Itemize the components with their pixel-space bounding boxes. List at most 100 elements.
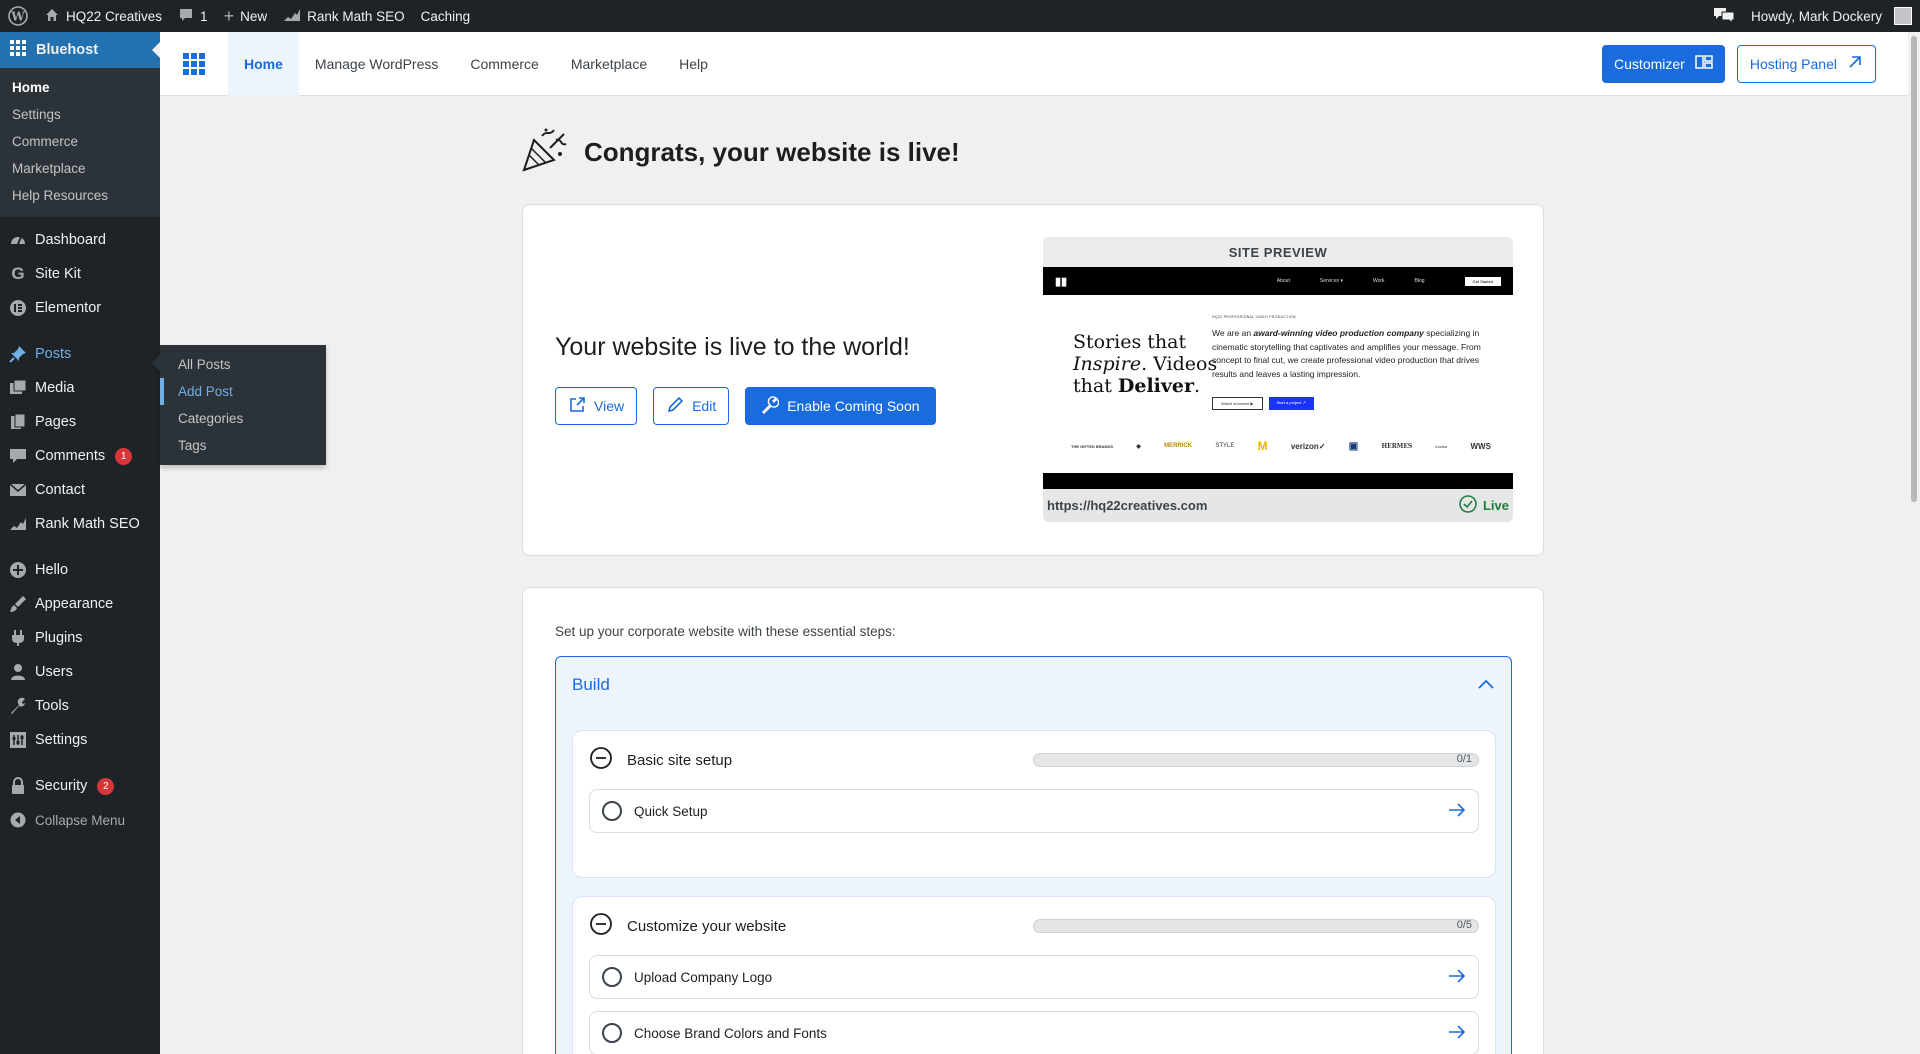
party-popper-icon [520, 126, 568, 179]
sidebar-label-settings: Settings [35, 732, 88, 748]
sidebar-item-elementor[interactable]: Elementor [0, 291, 160, 325]
tab-marketplace[interactable]: Marketplace [555, 32, 663, 96]
website-live-card: Your website is live to the world! View … [522, 204, 1544, 556]
pushpin-icon [9, 345, 27, 363]
caching-link[interactable]: Caching [413, 0, 479, 32]
customizer-button[interactable]: Customizer [1602, 44, 1725, 83]
sidebar-item-sitekit[interactable]: G Site Kit [0, 257, 160, 291]
client-logo: verizon✓ [1290, 441, 1326, 451]
collapse-label: Collapse Menu [35, 812, 126, 828]
sidebar-item-settings[interactable]: Settings [0, 723, 160, 757]
build-section: Build Basic site setup 0/1 Quick Setup C… [555, 656, 1512, 1054]
hosting-panel-label: Hosting Panel [1749, 55, 1837, 72]
layout-icon [1695, 55, 1713, 72]
build-label: Build [572, 675, 610, 694]
task-quick-setup[interactable]: Quick Setup [589, 789, 1479, 833]
collapse-arrow-icon [9, 811, 27, 829]
avatar [1894, 7, 1912, 25]
minus-circle-icon [589, 912, 613, 941]
site-preview-footer: https://hq22creatives.com Live [1043, 489, 1513, 522]
task-group-title: Basic site setup [627, 751, 733, 769]
arrow-right-icon [1448, 1024, 1466, 1042]
hero-word-inspire: Inspire [1073, 353, 1142, 375]
new-content-link[interactable]: + New [216, 0, 276, 32]
submenu-marketplace[interactable]: Marketplace [0, 155, 160, 182]
collapse-menu-button[interactable]: Collapse Menu [0, 803, 160, 837]
sidebar-label-security: Security [35, 778, 88, 794]
external-link-icon [568, 396, 586, 417]
live-status: Live [1459, 495, 1509, 516]
sidebar-item-plugins[interactable]: Plugins [0, 621, 160, 655]
sidebar-item-comments[interactable]: Comments 1 [0, 439, 160, 473]
apps-grid-button[interactable] [160, 32, 228, 96]
preview-watch-button: Watch showreel ▶ [1212, 397, 1263, 410]
settings-sliders-icon [9, 731, 27, 749]
task-label: Quick Setup [634, 803, 708, 819]
user-icon [9, 663, 27, 681]
elementor-icon [9, 299, 27, 317]
bluehost-submenu: Home Settings Commerce Marketplace Help … [0, 68, 160, 217]
preview-nav-link: Work [1372, 278, 1385, 284]
client-logo: THE GIFTED BRANDS [1071, 443, 1113, 449]
plus-circle-icon [9, 561, 27, 579]
scrollbar-thumb[interactable] [1911, 36, 1917, 502]
submenu-commerce[interactable]: Commerce [0, 128, 160, 155]
sidebar-label-tools: Tools [35, 698, 69, 714]
comments-link[interactable]: 1 [170, 0, 216, 32]
task-group-header[interactable]: Customize your website 0/5 [573, 897, 1495, 955]
wordpress-logo-icon[interactable]: W [0, 0, 36, 32]
main-content: Congrats, your website is live! Your web… [160, 96, 1908, 1054]
sidebar-brand-label: Bluehost [36, 42, 99, 58]
sidebar-item-media[interactable]: Media [0, 371, 160, 405]
progress-bar: 0/5 [1033, 919, 1479, 933]
site-url: https://hq22creatives.com [1047, 498, 1208, 513]
tab-home[interactable]: Home [228, 31, 299, 96]
sidebar-item-bluehost[interactable]: Bluehost [0, 32, 160, 68]
sidebar-item-posts[interactable]: Posts [0, 337, 160, 371]
tab-help[interactable]: Help [663, 32, 724, 96]
submenu-help-resources[interactable]: Help Resources [0, 182, 160, 209]
check-circle-icon [1459, 495, 1477, 516]
edit-button[interactable]: Edit [653, 387, 730, 425]
rankmath-link[interactable]: Rank Math SEO [275, 0, 413, 32]
caching-label: Caching [420, 8, 471, 24]
enable-coming-soon-button[interactable]: Enable Coming Soon [745, 387, 936, 425]
site-name-link[interactable]: HQ22 Creatives [36, 0, 170, 32]
hosting-panel-button[interactable]: Hosting Panel [1736, 44, 1876, 83]
sidebar-label-plugins: Plugins [35, 630, 83, 646]
task-brand-colors[interactable]: Choose Brand Colors and Fonts [589, 1011, 1479, 1054]
tab-commerce[interactable]: Commerce [454, 32, 554, 96]
google-g-icon: G [11, 264, 25, 283]
empty-circle-icon [602, 1023, 622, 1043]
site-preview[interactable]: SITE PREVIEW ▮▮ About Services ▾ Work Bl… [1043, 237, 1513, 522]
minus-circle-icon [589, 746, 613, 775]
sidebar-item-users[interactable]: Users [0, 655, 160, 689]
setup-intro: Set up your corporate website with these… [555, 624, 896, 639]
client-logo: HERMES [1381, 442, 1413, 450]
submenu-home[interactable]: Home [0, 74, 160, 101]
build-section-header[interactable]: Build [556, 657, 1511, 713]
help-chat-link[interactable] [1705, 0, 1743, 32]
sidebar-item-rankmath[interactable]: Rank Math SEO [0, 507, 160, 541]
task-group-header[interactable]: Basic site setup 0/1 [573, 731, 1495, 789]
sidebar-item-tools[interactable]: Tools [0, 689, 160, 723]
sidebar-label-hello: Hello [35, 562, 69, 578]
submenu-settings[interactable]: Settings [0, 101, 160, 128]
site-name: HQ22 Creatives [66, 8, 163, 24]
user-account-link[interactable]: Howdy, Mark Dockery [1743, 0, 1920, 32]
bluehost-top-nav: Home Manage WordPress Commerce Marketpla… [160, 31, 1908, 96]
sidebar-item-hello[interactable]: Hello [0, 553, 160, 587]
preview-client-logos: THE GIFTED BRANDS ◆ MERRICK STYLE M veri… [1071, 439, 1491, 453]
sidebar-item-security[interactable]: Security 2 [0, 769, 160, 803]
preview-nav-link: Blog [1414, 278, 1425, 284]
sidebar-item-pages[interactable]: Pages [0, 405, 160, 439]
sidebar-item-appearance[interactable]: Appearance [0, 587, 160, 621]
task-upload-logo[interactable]: Upload Company Logo [589, 955, 1479, 999]
sidebar-label-media: Media [35, 380, 75, 396]
view-button[interactable]: View [555, 387, 638, 425]
dashboard-icon [9, 231, 27, 249]
sidebar-item-dashboard[interactable]: Dashboard [0, 223, 160, 257]
tab-manage-wordpress[interactable]: Manage WordPress [299, 32, 454, 96]
page-scrollbar[interactable] [1908, 32, 1920, 1054]
sidebar-item-contact[interactable]: Contact [0, 473, 160, 507]
